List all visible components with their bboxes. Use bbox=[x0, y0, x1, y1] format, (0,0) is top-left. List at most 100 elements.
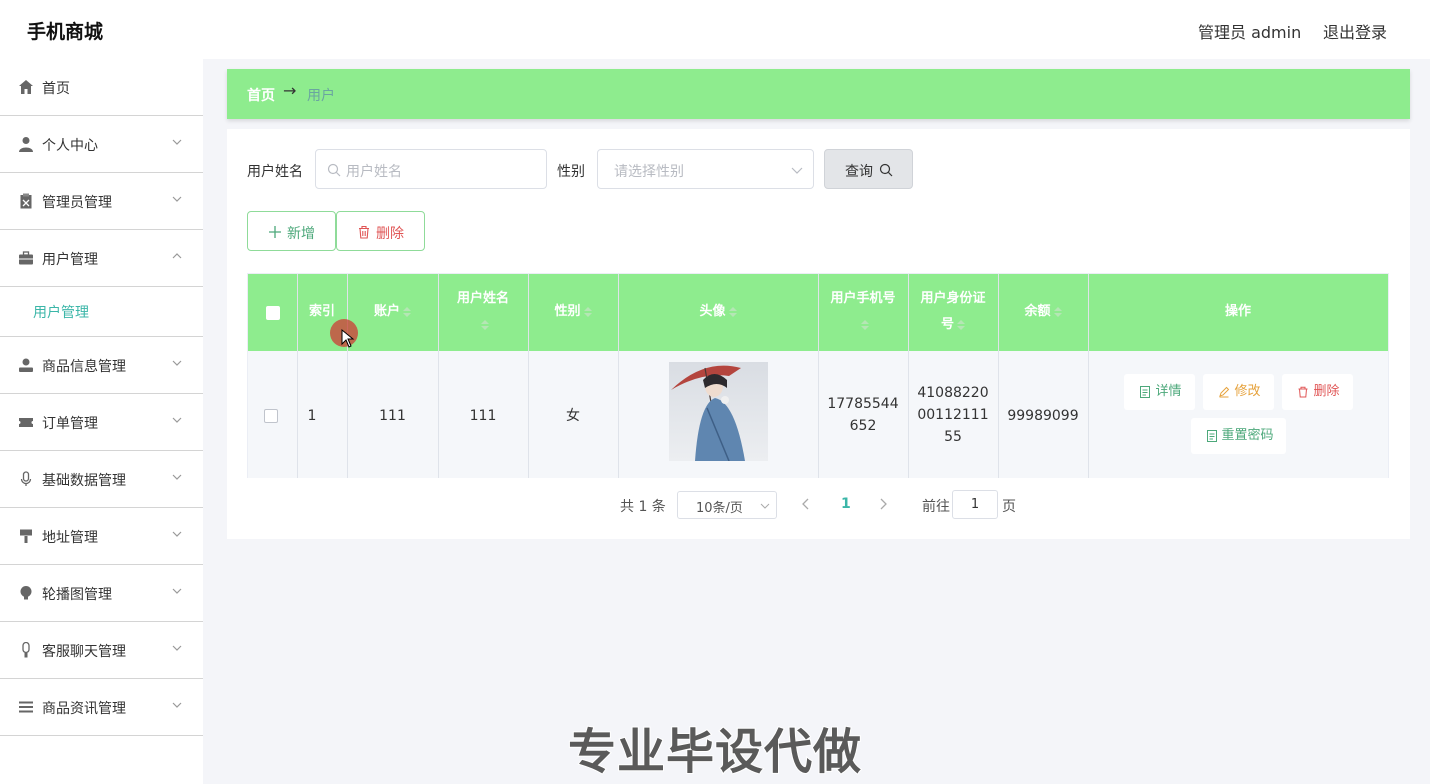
chevron-down-icon bbox=[172, 474, 182, 480]
goto-page-input[interactable]: 1 bbox=[952, 490, 998, 519]
sidebar: 首页 个人中心 管理员管理 用户管理 用户管理 商品信息管理 订单管理 基础数据… bbox=[0, 59, 203, 784]
header-balance[interactable]: 余额 bbox=[998, 299, 1088, 325]
page-suffix-label: 页 bbox=[1002, 499, 1016, 515]
sidebar-subitem-user-management[interactable]: 用户管理 bbox=[0, 287, 203, 337]
top-header: 手机商城 管理员 admin 退出登录 bbox=[0, 0, 1430, 59]
sidebar-item-label: 商品信息管理 bbox=[42, 359, 126, 375]
sidebar-item-personal-center[interactable]: 个人中心 bbox=[0, 116, 203, 173]
cell-gender: 女 bbox=[566, 408, 580, 424]
ticket-icon bbox=[19, 418, 33, 427]
clipboard-icon bbox=[20, 193, 32, 209]
logout-link[interactable]: 退出登录 bbox=[1323, 19, 1387, 43]
sidebar-item-basic-data[interactable]: 基础数据管理 bbox=[0, 451, 203, 508]
sort-icon bbox=[403, 306, 411, 317]
cell-phone: 17785544 652 bbox=[827, 396, 899, 434]
sidebar-item-label: 轮播图管理 bbox=[42, 587, 112, 603]
query-button-label: 查询 bbox=[845, 164, 873, 180]
header-actions: 操作 bbox=[1224, 304, 1251, 319]
header-gender[interactable]: 性别 bbox=[528, 299, 618, 325]
header-phone[interactable]: 用户手机号 bbox=[828, 286, 898, 338]
sidebar-item-address-management[interactable]: 地址管理 bbox=[0, 508, 203, 565]
breadcrumb-current: 用户 bbox=[307, 88, 335, 104]
sidebar-item-product-news[interactable]: 商品资讯管理 bbox=[0, 679, 203, 736]
document-icon bbox=[1207, 430, 1217, 442]
edit-button[interactable]: 修改 bbox=[1203, 374, 1274, 410]
breadcrumb-home[interactable]: 首页 bbox=[247, 85, 275, 105]
sidebar-item-label: 管理员管理 bbox=[42, 195, 112, 211]
cell-id-number: 41088220 00112111 55 bbox=[917, 385, 989, 445]
sidebar-subitem-label: 用户管理 bbox=[33, 305, 89, 321]
search-icon bbox=[879, 163, 893, 177]
lightbulb-icon bbox=[20, 586, 32, 600]
add-button[interactable]: 新增 bbox=[247, 211, 336, 251]
sort-icon bbox=[480, 319, 489, 330]
trash-icon bbox=[1298, 386, 1308, 398]
sidebar-item-home[interactable]: 首页 bbox=[0, 59, 203, 116]
header-avatar[interactable]: 头像 bbox=[618, 299, 818, 325]
mouse-cursor-icon bbox=[330, 319, 358, 348]
avatar-image bbox=[669, 362, 768, 461]
cell-balance: 99989099 bbox=[1007, 408, 1079, 424]
sidebar-item-label: 用户管理 bbox=[42, 252, 98, 268]
content-panel: 用户姓名 用户姓名 性别 请选择性别 查询 新增 删除 索引 账户 用户姓名 性… bbox=[227, 129, 1410, 539]
chevron-down-icon bbox=[172, 588, 182, 594]
sidebar-item-product-info[interactable]: 商品信息管理 bbox=[0, 337, 203, 394]
header-id-number[interactable]: 用户身份证号 bbox=[918, 286, 988, 338]
select-all-checkbox[interactable] bbox=[266, 306, 280, 320]
sidebar-item-label: 订单管理 bbox=[42, 416, 98, 432]
page-number-current[interactable]: 1 bbox=[841, 496, 851, 512]
reset-password-button[interactable]: 重置密码 bbox=[1191, 418, 1286, 454]
chevron-down-icon bbox=[172, 531, 182, 537]
name-search-placeholder: 用户姓名 bbox=[346, 164, 402, 180]
next-page-icon[interactable] bbox=[877, 498, 889, 510]
sidebar-item-carousel-management[interactable]: 轮播图管理 bbox=[0, 565, 203, 622]
chevron-down-icon bbox=[172, 417, 182, 423]
chevron-down-icon bbox=[172, 702, 182, 708]
name-search-input[interactable]: 用户姓名 bbox=[315, 149, 547, 189]
gender-filter-label: 性别 bbox=[557, 164, 585, 180]
chevron-up-icon bbox=[172, 253, 182, 259]
goto-label: 前往 bbox=[922, 499, 950, 515]
chevron-down-icon bbox=[172, 139, 182, 145]
sort-icon bbox=[1053, 306, 1062, 317]
cell-index: 1 bbox=[307, 408, 317, 424]
header-user-name[interactable]: 用户姓名 bbox=[438, 286, 528, 338]
breadcrumb-arrow-icon: → bbox=[283, 81, 297, 100]
search-icon bbox=[327, 163, 341, 177]
sort-icon bbox=[860, 319, 869, 330]
sidebar-item-customer-chat[interactable]: 客服聊天管理 bbox=[0, 622, 203, 679]
row-delete-button[interactable]: 删除 bbox=[1282, 374, 1353, 410]
add-button-label: 新增 bbox=[287, 226, 315, 242]
admin-label: 管理员 admin bbox=[1198, 23, 1302, 42]
pagination-total: 共 1 条 bbox=[620, 499, 666, 515]
pencil-icon bbox=[1219, 386, 1230, 398]
app-title: 手机商城 bbox=[27, 21, 104, 43]
briefcase-icon bbox=[19, 251, 33, 265]
sidebar-item-admin-management[interactable]: 管理员管理 bbox=[0, 173, 203, 230]
prev-page-icon[interactable] bbox=[800, 498, 812, 510]
sort-icon bbox=[728, 306, 737, 317]
breadcrumb: 首页 → 用户 bbox=[227, 69, 1410, 119]
user-table: 索引 账户 用户姓名 性别 头像 用户手机号 用户身份证号 余额 操作 1 11… bbox=[247, 273, 1389, 478]
sidebar-item-order-management[interactable]: 订单管理 bbox=[0, 394, 203, 451]
microphone-icon bbox=[20, 471, 32, 486]
paint-roller-icon bbox=[20, 529, 32, 543]
page-size-select[interactable]: 10条/页 bbox=[677, 491, 777, 519]
detail-button[interactable]: 详情 bbox=[1124, 374, 1195, 410]
delete-button[interactable]: 删除 bbox=[336, 211, 425, 251]
plus-icon bbox=[269, 226, 281, 238]
sidebar-item-label: 个人中心 bbox=[42, 138, 98, 154]
user-icon bbox=[19, 137, 33, 152]
gender-select[interactable]: 请选择性别 bbox=[597, 149, 814, 189]
delete-button-label: 删除 bbox=[376, 226, 404, 242]
gender-select-placeholder: 请选择性别 bbox=[614, 164, 684, 180]
sidebar-item-label: 商品资讯管理 bbox=[42, 701, 126, 717]
chevron-down-icon bbox=[172, 645, 182, 651]
cell-account: 111 bbox=[379, 408, 406, 424]
sidebar-item-label: 客服聊天管理 bbox=[42, 644, 126, 660]
query-button[interactable]: 查询 bbox=[824, 149, 913, 189]
sidebar-item-label: 首页 bbox=[42, 81, 70, 97]
mic-stand-icon bbox=[22, 642, 30, 658]
sidebar-item-user-management[interactable]: 用户管理 bbox=[0, 230, 203, 287]
row-checkbox[interactable] bbox=[264, 409, 278, 423]
